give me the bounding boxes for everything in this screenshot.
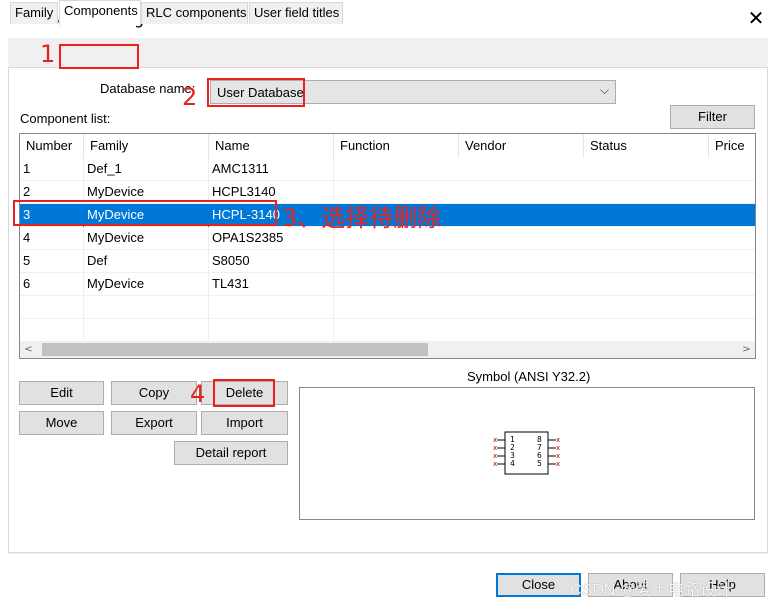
list-header: Number Family Name Function Vendor Statu… — [20, 134, 755, 158]
tab-rlc-components[interactable]: RLC components — [141, 2, 248, 24]
scroll-left-icon[interactable]: < — [20, 341, 37, 358]
cell-family: MyDevice — [84, 227, 209, 250]
svg-text:x: x — [493, 452, 497, 460]
table-row-empty — [20, 319, 755, 342]
component-list-label: Component list: — [20, 111, 111, 126]
cell-family: Def_1 — [84, 158, 209, 181]
cell-empty — [84, 319, 209, 342]
svg-text:x: x — [493, 444, 497, 452]
column-family[interactable]: Family — [84, 134, 209, 158]
detail-report-button[interactable]: Detail report — [174, 441, 288, 465]
cell-number: 4 — [20, 227, 84, 250]
cell-empty — [209, 296, 334, 319]
column-function[interactable]: Function — [334, 134, 459, 158]
tab-family[interactable]: Family — [10, 2, 58, 24]
symbol-label: Symbol (ANSI Y32.2) — [467, 369, 591, 384]
svg-text:x: x — [556, 436, 560, 444]
horizontal-scrollbar[interactable]: < > — [20, 341, 755, 358]
svg-text:x: x — [556, 460, 560, 468]
pin-label: 5 — [537, 459, 542, 468]
ic-symbol-icon: xxxx xxxx 1 2 3 4 8 7 6 5 — [493, 431, 560, 475]
scroll-right-icon[interactable]: > — [738, 341, 755, 358]
cell-empty — [20, 296, 84, 319]
column-name[interactable]: Name — [209, 134, 334, 158]
filter-button[interactable]: Filter — [670, 105, 755, 129]
column-status[interactable]: Status — [584, 134, 709, 158]
edit-button[interactable]: Edit — [19, 381, 104, 405]
annotation-box-database — [207, 78, 305, 107]
cell-family: MyDevice — [84, 273, 209, 296]
copy-button[interactable]: Copy — [111, 381, 197, 405]
table-row[interactable]: 6 MyDevice TL431 — [20, 273, 755, 296]
cell-name: S8050 — [209, 250, 334, 273]
column-vendor[interactable]: Vendor — [459, 134, 584, 158]
annotation-step-3: 3、选择待删除 — [282, 204, 442, 232]
cell-name: TL431 — [209, 273, 334, 296]
svg-text:x: x — [493, 436, 497, 444]
column-number[interactable]: Number — [20, 134, 84, 158]
close-button[interactable]: Close — [496, 573, 581, 597]
close-window-icon[interactable]: ✕ — [744, 6, 768, 30]
annotation-step-2: 2 — [182, 83, 198, 111]
annotation-box-components-tab — [59, 44, 139, 69]
table-row-empty — [20, 296, 755, 319]
tab-components[interactable]: Components — [59, 0, 141, 25]
tab-user-field-titles[interactable]: User field titles — [249, 2, 343, 24]
move-button[interactable]: Move — [19, 411, 104, 435]
cell-number: 1 — [20, 158, 84, 181]
cell-family: Def — [84, 250, 209, 273]
cell-name: AMC1311 — [209, 158, 334, 181]
annotation-box-delete — [213, 379, 275, 407]
pin-label: 4 — [510, 459, 515, 468]
component-list[interactable]: Number Family Name Function Vendor Statu… — [19, 133, 756, 359]
cell-empty — [20, 319, 84, 342]
symbol-preview: xxxx xxxx 1 2 3 4 8 7 6 5 — [299, 387, 755, 520]
svg-text:x: x — [493, 460, 497, 468]
cell-empty — [84, 296, 209, 319]
chevron-down-icon: ⌵ — [599, 83, 609, 97]
annotation-box-selected-row — [13, 200, 277, 226]
watermark: CSDN @爱上电路设计 — [570, 582, 733, 599]
cell-empty — [209, 319, 334, 342]
scroll-thumb[interactable] — [42, 343, 428, 356]
table-row[interactable]: 1 Def_1 AMC1311 — [20, 158, 755, 181]
cell-number: 6 — [20, 273, 84, 296]
annotation-step-1: 1 — [40, 40, 56, 68]
column-price[interactable]: Price — [709, 134, 755, 158]
import-button[interactable]: Import — [201, 411, 288, 435]
annotation-step-4: 4 — [190, 380, 206, 408]
svg-text:x: x — [556, 452, 560, 460]
table-row[interactable]: 5 Def S8050 — [20, 250, 755, 273]
svg-text:x: x — [556, 444, 560, 452]
export-button[interactable]: Export — [111, 411, 197, 435]
cell-number: 5 — [20, 250, 84, 273]
